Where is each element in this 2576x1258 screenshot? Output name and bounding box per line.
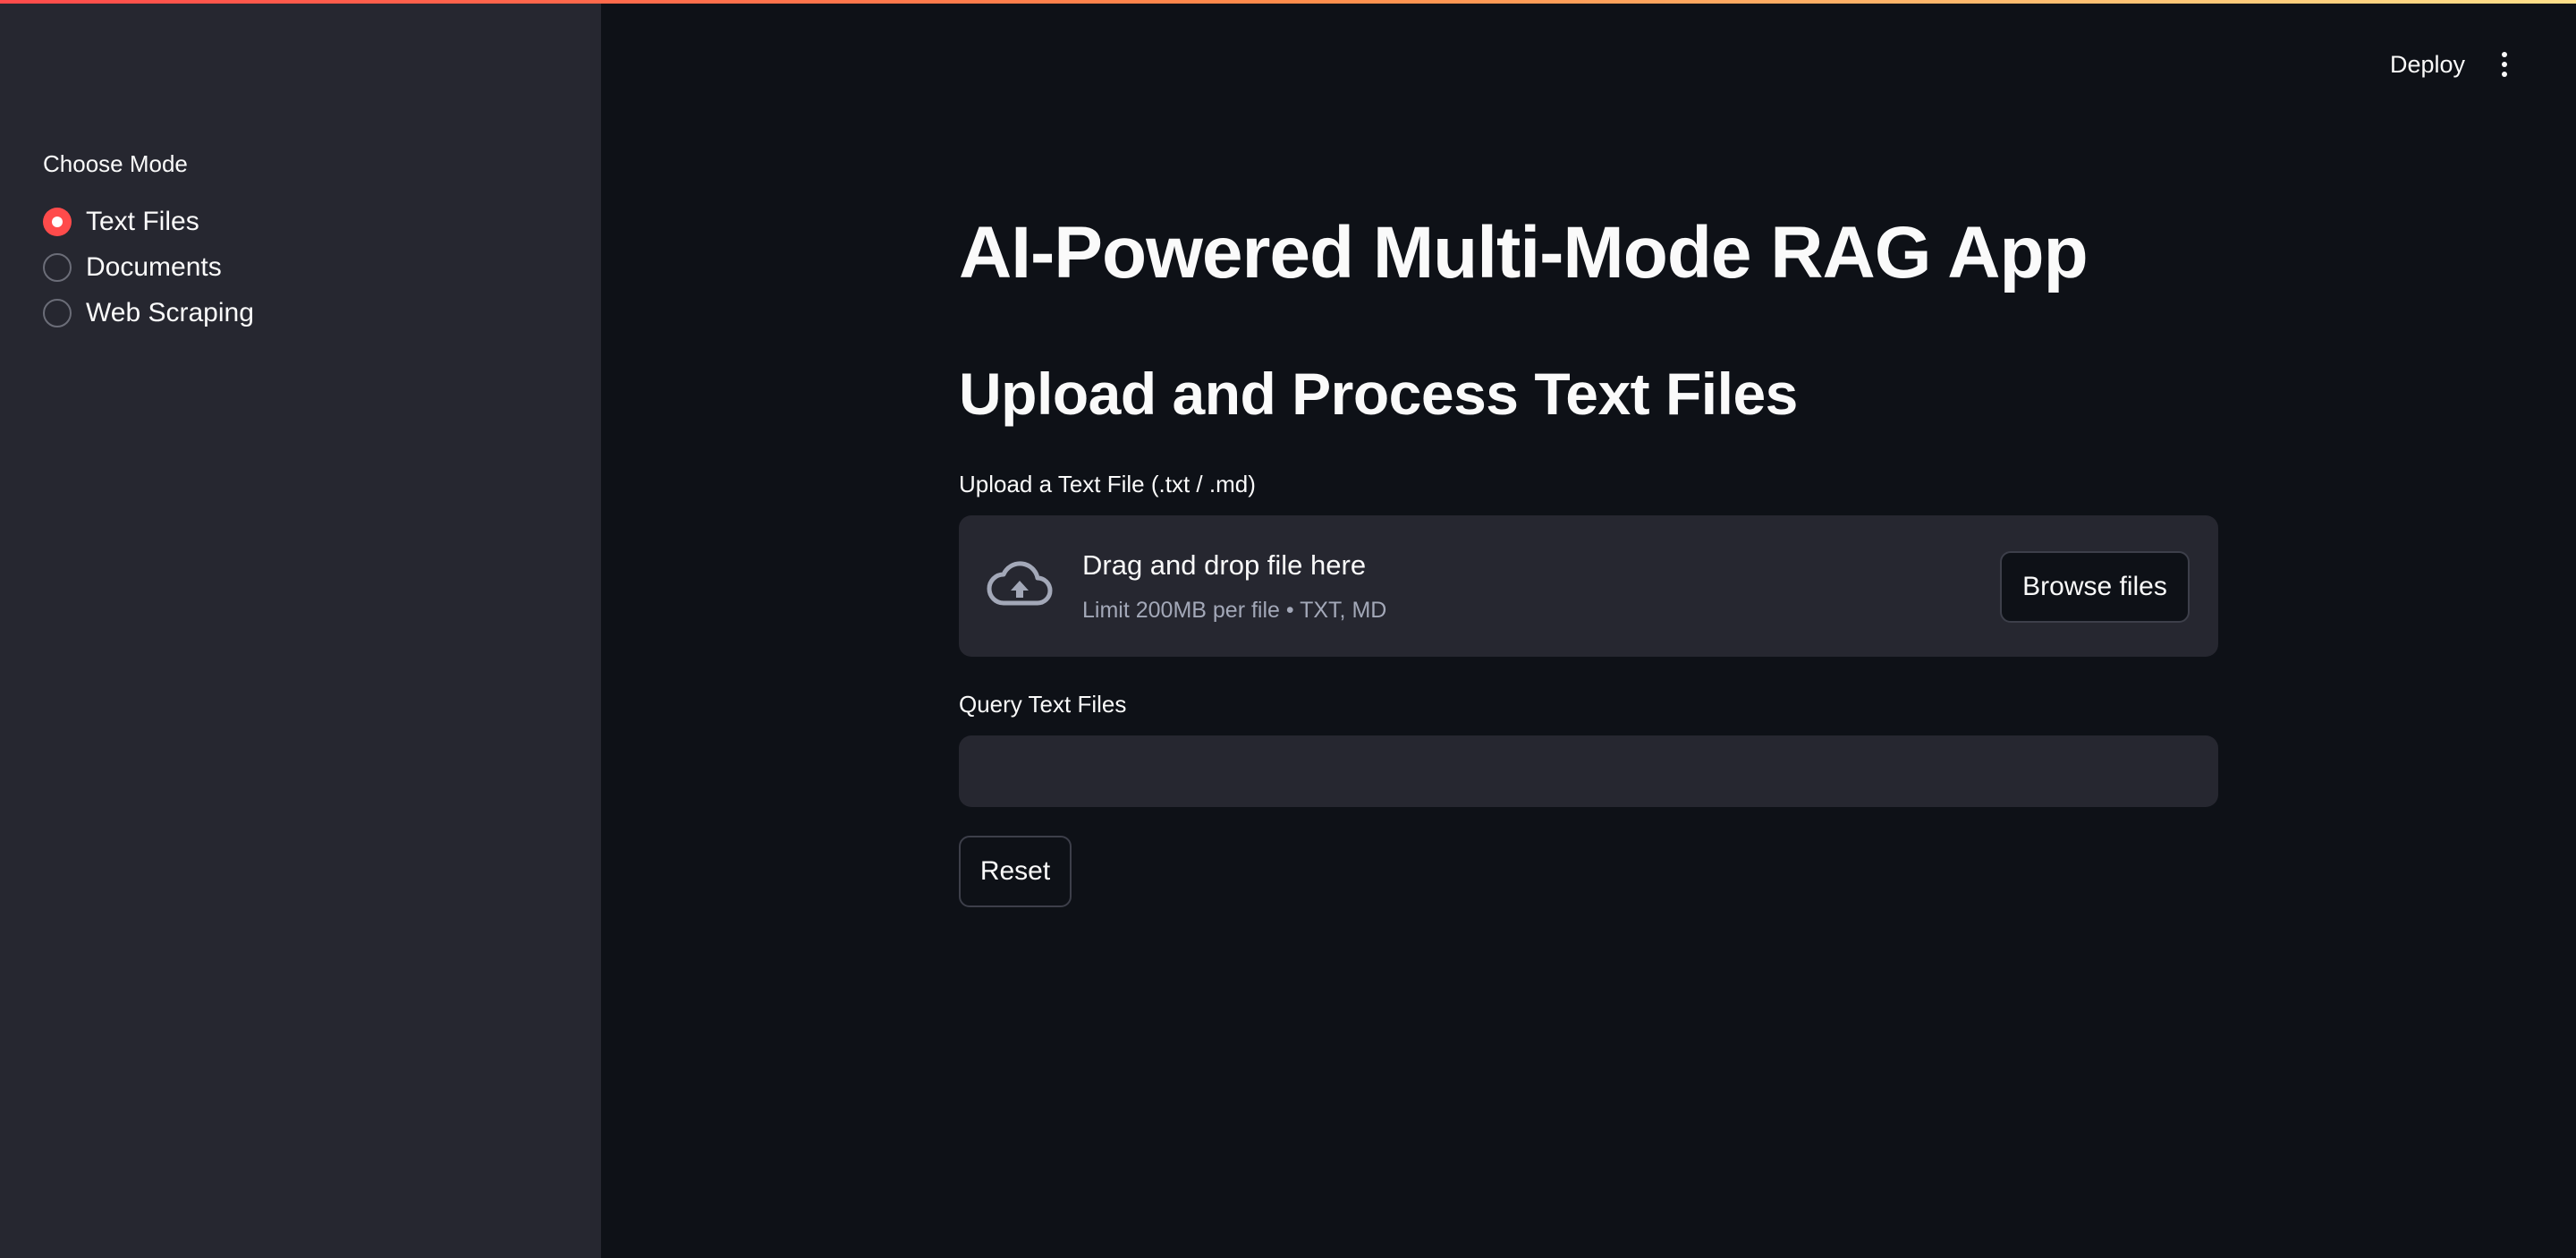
- radio-option-documents[interactable]: Documents: [43, 244, 254, 290]
- query-label: Query Text Files: [959, 691, 1127, 718]
- radio-option-label: Web Scraping: [86, 297, 254, 327]
- query-input[interactable]: [959, 735, 2218, 807]
- top-decoration-bar: [0, 0, 2576, 4]
- section-title: Upload and Process Text Files: [959, 361, 1798, 427]
- radio-option-text-files[interactable]: Text Files: [43, 199, 254, 244]
- more-vertical-icon[interactable]: [2487, 43, 2522, 86]
- upload-label: Upload a Text File (.txt / .md): [959, 471, 1256, 497]
- drop-instruction: Drag and drop file here: [1082, 549, 1367, 581]
- cloud-upload-icon: [987, 561, 1053, 606]
- radio-option-label: Text Files: [86, 206, 199, 236]
- radio-option-web-scraping[interactable]: Web Scraping: [43, 290, 254, 336]
- radio-option-label: Documents: [86, 251, 222, 282]
- reset-button[interactable]: Reset: [959, 836, 1072, 907]
- file-limit-text: Limit 200MB per file • TXT, MD: [1082, 598, 1387, 623]
- radio-unselected-icon[interactable]: [43, 252, 72, 282]
- app-title: AI-Powered Multi-Mode RAG App: [959, 212, 2089, 293]
- radio-unselected-icon[interactable]: [43, 298, 72, 327]
- file-dropzone[interactable]: Drag and drop file here Limit 200MB per …: [959, 515, 2218, 657]
- mode-radio-group: Text Files Documents Web Scraping: [43, 199, 254, 336]
- choose-mode-label: Choose Mode: [43, 150, 188, 177]
- header-actions: Deploy: [2368, 43, 2522, 86]
- deploy-button[interactable]: Deploy: [2368, 51, 2487, 79]
- radio-selected-icon[interactable]: [43, 207, 72, 236]
- sidebar: Choose Mode Text Files Documents Web Scr…: [0, 0, 601, 1258]
- browse-files-button[interactable]: Browse files: [2000, 551, 2190, 623]
